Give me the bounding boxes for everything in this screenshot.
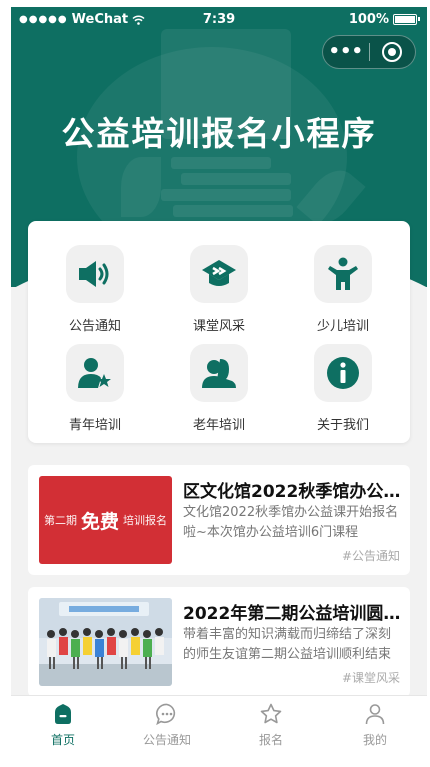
menu-item-elderly[interactable]: 老年培训 — [164, 344, 274, 433]
tab-bar: 首页 公告通知 报名 我的 — [11, 695, 427, 748]
status-bar: ●●●●● WeChat 7:39 100% — [11, 7, 427, 33]
battery-icon — [393, 14, 420, 25]
news-thumbnail — [39, 598, 172, 686]
thumb-text: 第二期 — [43, 514, 77, 527]
menu-item-children[interactable]: 少儿培训 — [288, 245, 398, 334]
close-miniprogram-button[interactable] — [369, 42, 415, 62]
tab-register[interactable]: 报名 — [219, 696, 323, 748]
menu-item-classroom[interactable]: 课堂风采 — [164, 245, 274, 334]
menu-item-announcements[interactable]: 公告通知 — [40, 245, 150, 334]
tab-label: 首页 — [50, 733, 75, 747]
chat-icon — [156, 703, 176, 726]
battery-percent: 100% — [348, 12, 389, 27]
elderly-icon — [190, 344, 248, 402]
news-thumbnail: 第二期 免费 培训报名 — [39, 476, 172, 564]
menu-item-label: 课堂风采 — [192, 319, 245, 334]
hero-leaf-decoration — [121, 157, 161, 217]
category-menu: 公告通知 课堂风采 少儿培训 青年培训 老年培训 关于我们 — [28, 221, 410, 443]
news-card[interactable]: 2022年第二期公益培训圆满结束 带着丰富的知识满载而归缔结了深刻的师生友谊第二… — [28, 587, 410, 697]
news-tag: #课堂风采 — [341, 671, 400, 685]
tab-profile[interactable]: 我的 — [323, 696, 427, 748]
tab-home[interactable]: 首页 — [11, 696, 115, 748]
thumb-text: 免费 — [80, 510, 119, 533]
hero-book-decoration — [171, 157, 271, 169]
news-title: 区文化馆2022秋季馆办公益培训报名 — [183, 482, 401, 502]
menu-item-label: 少儿培训 — [316, 319, 369, 334]
page-title: 公益培训报名小程序 — [61, 114, 377, 153]
menu-item-about[interactable]: 关于我们 — [288, 344, 398, 433]
thumb-text: 培训报名 — [123, 514, 167, 527]
tab-label: 报名 — [258, 733, 283, 747]
menu-item-label: 公告通知 — [68, 319, 121, 334]
news-summary: 带着丰富的知识满载而归缔结了深刻的师生友谊第二期公益培训顺利结束 — [183, 627, 392, 662]
home-icon — [55, 704, 71, 724]
miniprogram-capsule: ••• — [322, 35, 416, 69]
hero-book-decoration — [173, 205, 293, 217]
user-icon — [365, 704, 385, 725]
target-icon — [382, 42, 403, 62]
news-summary: 文化馆2022秋季馆办公益课开始报名啦~本次馆办公益培训6门课程 — [183, 505, 399, 540]
tab-label: 公告通知 — [142, 733, 191, 747]
hero-book-decoration — [161, 189, 291, 201]
child-icon — [314, 245, 372, 303]
menu-item-youth[interactable]: 青年培训 — [40, 344, 150, 433]
menu-item-label: 青年培训 — [68, 418, 121, 433]
info-icon — [314, 344, 372, 402]
news-card[interactable]: 第二期 免费 培训报名 区文化馆2022秋季馆办公益培训报名 文化馆2022秋季… — [28, 465, 410, 575]
news-title: 2022年第二期公益培训圆满结束 — [183, 604, 401, 624]
tab-label: 我的 — [362, 733, 387, 747]
star-icon — [260, 703, 282, 724]
more-button[interactable]: ••• — [323, 37, 369, 67]
tab-announcements[interactable]: 公告通知 — [115, 696, 219, 748]
phone-screen: ●●●●● WeChat 7:39 100% ••• 公益培训报名小程序 公告通… — [11, 7, 427, 748]
user-star-icon — [66, 344, 124, 402]
menu-item-label: 老年培训 — [192, 418, 245, 433]
speaker-icon — [66, 245, 124, 303]
menu-item-label: 关于我们 — [316, 418, 369, 433]
graduation-cap-icon — [190, 245, 248, 303]
news-tag: #公告通知 — [341, 549, 400, 563]
hero-book-decoration — [181, 173, 291, 185]
